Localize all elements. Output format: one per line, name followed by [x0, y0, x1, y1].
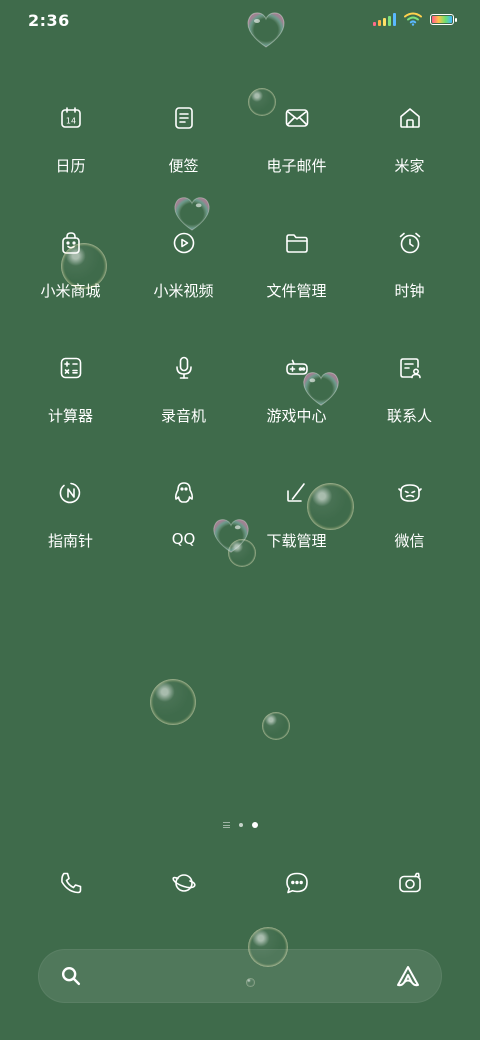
- penguin-icon: [174, 482, 193, 503]
- status-time: 2:36: [28, 11, 70, 30]
- wallpaper-bubble: [150, 679, 196, 725]
- app-label: 小米视频: [153, 282, 214, 300]
- app-label: 时钟: [394, 282, 425, 300]
- compass-icon: [59, 482, 80, 504]
- app-mi-store[interactable]: 小米商城: [14, 223, 127, 348]
- app-label: QQ: [171, 530, 196, 548]
- app-label: 微信: [394, 532, 425, 550]
- calendar-icon: 14: [60, 107, 81, 128]
- app-label: 电子邮件: [266, 157, 327, 175]
- wallpaper-bubble: [262, 712, 290, 740]
- app-notes[interactable]: 便签: [127, 98, 240, 223]
- app-grid: 14 日历 便签 电子邮件 米家 小米商城 小米视频 文件管理 时钟 计算器 录…: [14, 98, 466, 598]
- app-label: 便签: [168, 157, 199, 175]
- download-arrow-icon: [286, 483, 305, 502]
- dock-messages[interactable]: [240, 870, 353, 896]
- app-game-center[interactable]: 游戏中心: [240, 348, 353, 473]
- wechat-icon: [397, 484, 422, 502]
- calculator-icon: [60, 357, 81, 379]
- app-file-manager[interactable]: 文件管理: [240, 223, 353, 348]
- ai-assistant-icon[interactable]: [395, 964, 421, 990]
- app-calendar[interactable]: 14 日历: [14, 98, 127, 223]
- app-label: 计算器: [47, 407, 93, 425]
- page-indicator-menu-icon: [222, 822, 230, 828]
- app-calculator[interactable]: 计算器: [14, 348, 127, 473]
- cellular-signal-icon: [373, 12, 396, 26]
- app-label: 小米商城: [40, 282, 101, 300]
- app-label: 文件管理: [266, 282, 327, 300]
- app-label: 录音机: [160, 407, 206, 425]
- notes-icon: [174, 107, 193, 129]
- app-contacts[interactable]: 联系人: [353, 348, 466, 473]
- app-label: 联系人: [386, 407, 432, 425]
- page-indicator[interactable]: [0, 822, 480, 828]
- app-label: 指南针: [47, 532, 93, 550]
- dock: [14, 870, 466, 896]
- microphone-icon: [175, 356, 192, 379]
- page-dot-2-active: [251, 822, 258, 828]
- search-bar[interactable]: [38, 949, 442, 1003]
- app-label: 日历: [55, 157, 86, 175]
- home-icon: [399, 108, 420, 128]
- page-dot-1: [238, 823, 243, 827]
- camera-icon: [398, 872, 421, 893]
- dock-browser[interactable]: [127, 870, 240, 896]
- app-mi-video[interactable]: 小米视频: [127, 223, 240, 348]
- status-icons: [373, 12, 457, 26]
- app-email[interactable]: 电子邮件: [240, 98, 353, 223]
- app-clock[interactable]: 时钟: [353, 223, 466, 348]
- app-label: 游戏中心: [266, 407, 327, 425]
- app-label: 米家: [394, 157, 425, 175]
- dock-phone[interactable]: [14, 870, 127, 896]
- alarm-clock-icon: [399, 232, 420, 254]
- folder-icon: [285, 234, 308, 253]
- svg-text:14: 14: [65, 117, 75, 126]
- app-wechat[interactable]: 微信: [353, 473, 466, 598]
- search-icon[interactable]: [59, 964, 83, 988]
- battery-icon: [430, 13, 457, 25]
- app-download-manager[interactable]: 下载管理: [240, 473, 353, 598]
- app-qq[interactable]: QQ: [127, 473, 240, 598]
- email-icon: [285, 109, 308, 127]
- phone-icon: [60, 872, 81, 894]
- video-play-icon: [173, 232, 194, 254]
- message-icon: [285, 872, 308, 894]
- shopping-bag-icon: [61, 232, 80, 254]
- dock-camera[interactable]: [353, 870, 466, 896]
- app-compass[interactable]: 指南针: [14, 473, 127, 598]
- browser-planet-icon: [171, 874, 196, 892]
- app-label: 下载管理: [266, 532, 327, 550]
- status-bar: 2:36: [0, 0, 480, 40]
- gamepad-icon: [285, 359, 308, 375]
- app-mijia[interactable]: 米家: [353, 98, 466, 223]
- app-recorder[interactable]: 录音机: [127, 348, 240, 473]
- wifi-icon: [404, 12, 422, 26]
- contacts-icon: [399, 358, 421, 379]
